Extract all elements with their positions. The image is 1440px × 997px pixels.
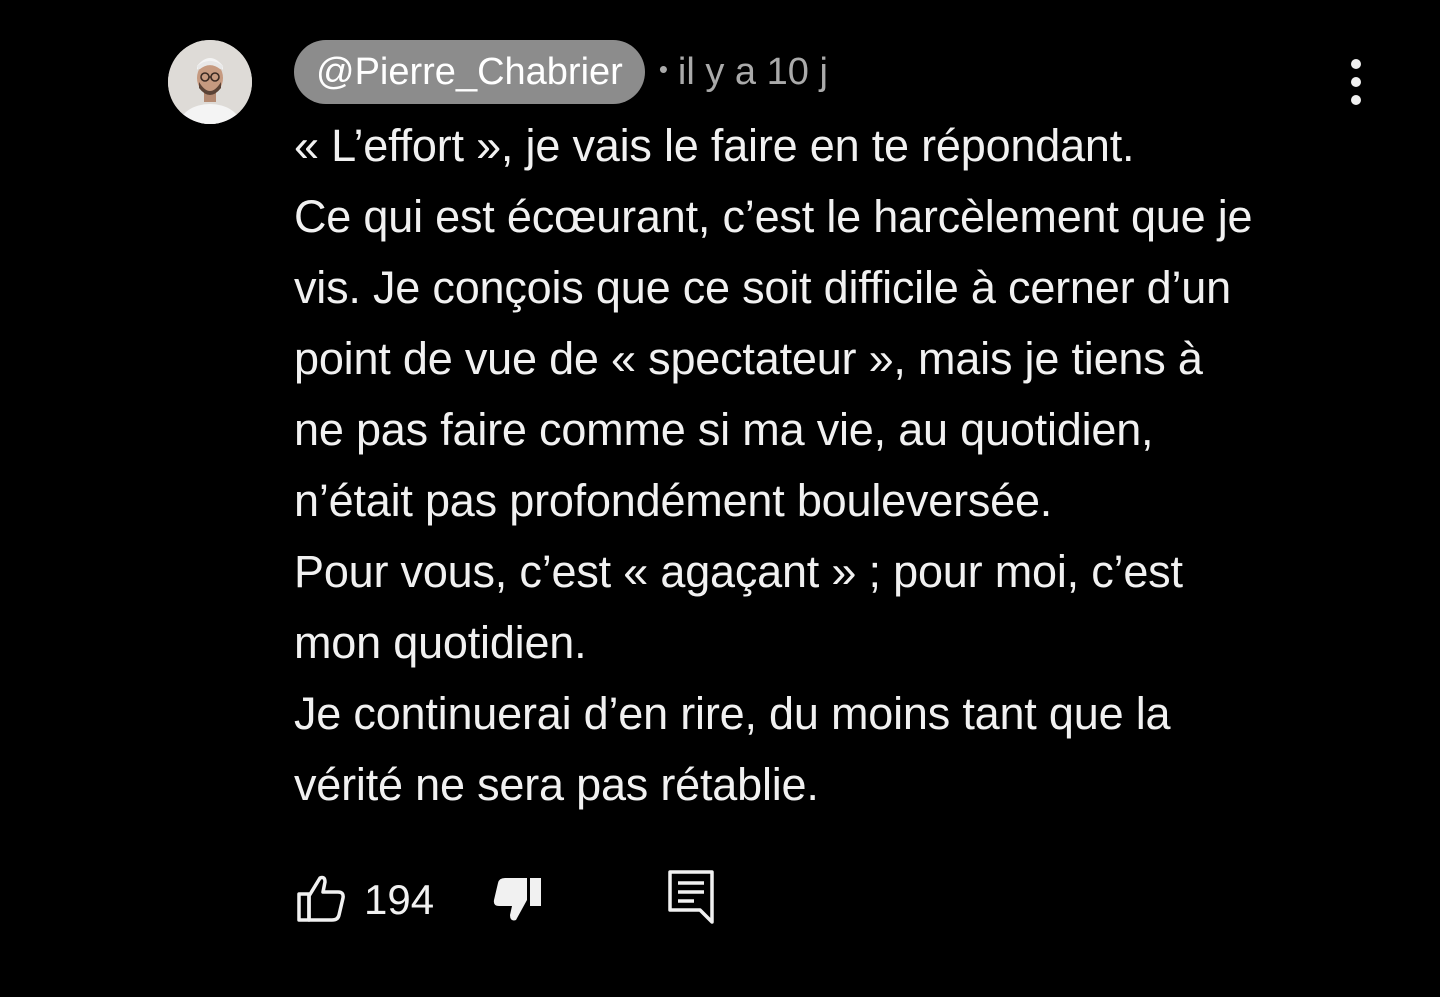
- comment-meta: • il y a 10 j: [659, 51, 828, 94]
- comment-text-line: n’était pas profondément bouleversée.: [294, 475, 1053, 526]
- comment-text-line: mon quotidien.: [294, 617, 587, 668]
- like-count: 194: [364, 876, 435, 923]
- comment-header: @Pierre_Chabrier • il y a 10 j: [294, 40, 828, 104]
- thumb-down-filled-icon: [493, 878, 541, 921]
- comment-actions: 194: [294, 866, 754, 930]
- comment-text-line: Je continuerai d’en rire, du moins tant …: [294, 688, 1171, 739]
- comment-text-line: vis. Je conçois que ce soit difficile à …: [294, 262, 1231, 313]
- comment-text-line: Ce qui est écœurant, c’est le harcèlemen…: [294, 191, 1253, 242]
- avatar[interactable]: [168, 40, 252, 124]
- like-button[interactable]: [294, 870, 350, 926]
- comment-text-line: « L’effort », je vais le faire en te rép…: [294, 120, 1135, 171]
- comment-reply-icon: [668, 870, 714, 924]
- comment-text-line: Pour vous, c’est « agaçant » ; pour moi,…: [294, 546, 1183, 597]
- author-name[interactable]: @Pierre_Chabrier: [294, 40, 645, 104]
- comment-timestamp: il y a 10 j: [677, 50, 828, 93]
- reply-button[interactable]: [666, 868, 718, 926]
- meta-separator: •: [658, 53, 668, 84]
- comment-thread: @Pierre_Chabrier • il y a 10 j « L’effort…: [0, 0, 1440, 997]
- comment-text-line: vérité ne sera pas rétablie.: [294, 759, 819, 810]
- comment-text: « L’effort », je vais le faire en te rép…: [294, 110, 1374, 820]
- comment-text-line: ne pas faire comme si ma vie, au quotidi…: [294, 404, 1154, 455]
- avatar-image: [168, 40, 252, 124]
- thumb-up-outline-icon: [297, 875, 345, 922]
- dislike-button[interactable]: [490, 870, 546, 926]
- more-options-button[interactable]: [1336, 58, 1376, 106]
- comment-text-line: point de vue de « spectateur », mais je …: [294, 333, 1203, 384]
- more-vert-icon: [1351, 59, 1361, 105]
